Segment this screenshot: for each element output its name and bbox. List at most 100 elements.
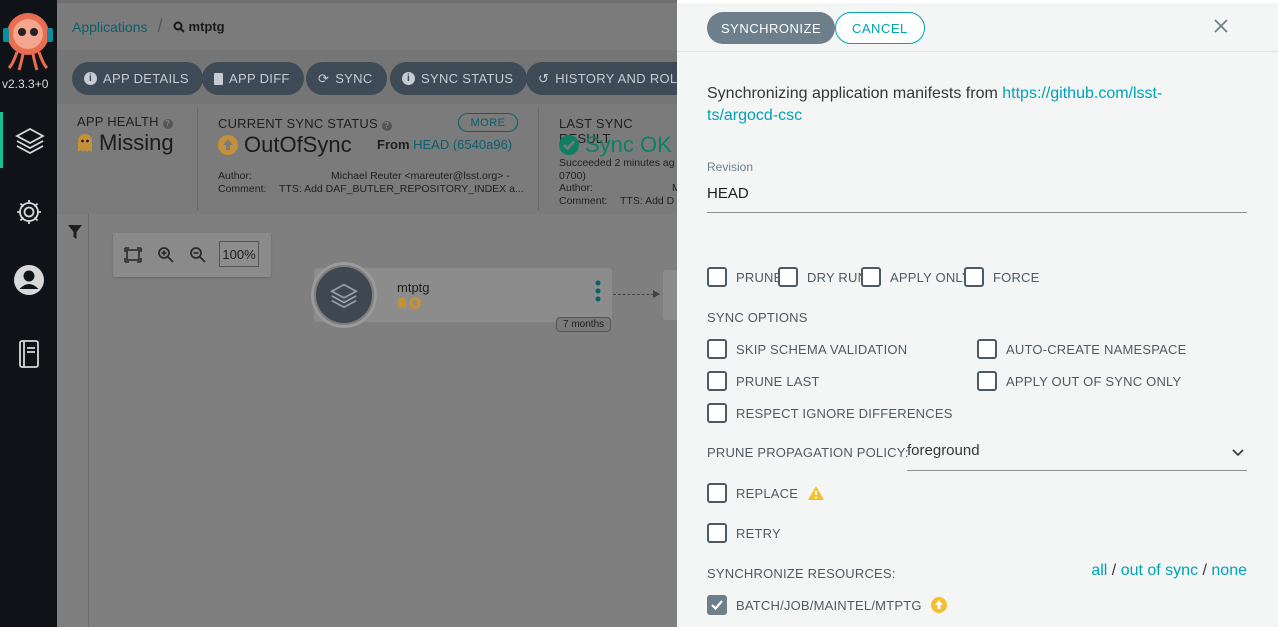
option-respect-ignore-differences[interactable]: RESPECT IGNORE DIFFERENCES <box>707 403 953 423</box>
resource-checkbox[interactable] <box>707 595 727 615</box>
status-panel: APP HEALTH ? Missing CURRENT SYNC STATUS… <box>57 104 677 214</box>
kebab-menu-icon[interactable] <box>595 280 601 302</box>
auto-create-ns-checkbox[interactable] <box>977 339 997 359</box>
prune-last-label: PRUNE LAST <box>736 373 820 389</box>
version-label: v2.3.3+0 <box>2 77 49 91</box>
app-node-icon-ring <box>311 262 377 328</box>
app-node-age: 7 months <box>556 317 612 332</box>
app-node-name: mtptg <box>397 280 430 295</box>
argo-logo[interactable] <box>3 10 53 72</box>
select-all-link[interactable]: all <box>1091 562 1107 579</box>
gear-icon <box>16 200 41 224</box>
option-dry-run[interactable]: DRY RUN <box>778 267 867 287</box>
skip-schema-checkbox[interactable] <box>707 339 727 359</box>
ghost-icon <box>397 297 407 309</box>
link-separator: / <box>1107 562 1121 579</box>
auto-create-ns-label: AUTO-CREATE NAMESPACE <box>1006 341 1187 357</box>
sync-label: SYNC <box>335 71 373 86</box>
sync-icon: ⟳ <box>318 70 330 86</box>
child-node[interactable] <box>663 270 677 320</box>
dry-run-label: DRY RUN <box>807 269 868 285</box>
option-apply-only[interactable]: APPLY ONLY <box>861 267 971 287</box>
breadcrumb-separator: / <box>157 16 163 36</box>
app-health-label: APP HEALTH ? <box>77 114 173 129</box>
option-prune-last[interactable]: PRUNE LAST <box>707 371 820 391</box>
prune-checkbox[interactable] <box>707 267 727 287</box>
ghost-icon <box>78 134 92 152</box>
revision-label: Revision <box>707 160 754 174</box>
respect-ignore-checkbox[interactable] <box>707 403 727 423</box>
sync-status-button[interactable]: i SYNC STATUS <box>390 62 528 95</box>
option-apply-out-of-sync-only[interactable]: APPLY OUT OF SYNC ONLY <box>977 371 1181 391</box>
prune-last-checkbox[interactable] <box>707 371 727 391</box>
app-diff-button[interactable]: APP DIFF <box>202 62 304 95</box>
fit-screen-icon[interactable] <box>123 245 143 265</box>
help-icon[interactable]: ? <box>381 120 392 131</box>
search-icon <box>173 21 185 33</box>
app-node[interactable]: mtptg 7 months <box>311 262 612 332</box>
synchronize-button[interactable]: SYNCHRONIZE <box>707 12 836 44</box>
sync-options-heading: SYNC OPTIONS <box>707 310 808 325</box>
select-none-link[interactable]: none <box>1211 562 1247 579</box>
sync-button[interactable]: ⟳ SYNC <box>306 62 387 95</box>
breadcrumb-applications-link[interactable]: Applications <box>72 19 148 35</box>
sync-from: From HEAD (6540a96) <box>377 137 513 152</box>
nav-item-documentation[interactable] <box>0 326 57 382</box>
prune-label: PRUNE <box>736 269 783 285</box>
zoom-in-icon[interactable] <box>156 245 176 265</box>
nav-item-settings[interactable] <box>0 184 57 240</box>
sync-panel-header: SYNCHRONIZE CANCEL <box>677 3 1278 52</box>
link-separator: / <box>1198 562 1212 579</box>
apply-only-checkbox[interactable] <box>861 267 881 287</box>
history-label: HISTORY AND ROLLBACK <box>555 71 677 86</box>
sync-status-value: OutOfSync <box>218 132 352 158</box>
option-prune[interactable]: PRUNE <box>707 267 783 287</box>
zoom-out-icon[interactable] <box>188 245 208 265</box>
history-rollback-button[interactable]: ↺ HISTORY AND ROLLBACK <box>526 62 677 95</box>
retry-checkbox[interactable] <box>707 523 727 543</box>
replace-checkbox[interactable] <box>707 483 727 503</box>
option-skip-schema-validation[interactable]: SKIP SCHEMA VALIDATION <box>707 339 907 359</box>
resource-selection-links: all / out of sync / none <box>1087 562 1247 580</box>
select-out-of-sync-link[interactable]: out of sync <box>1121 562 1198 579</box>
zoom-level[interactable]: 100% <box>219 241 259 267</box>
help-icon[interactable]: ? <box>162 118 173 129</box>
option-replace[interactable]: REPLACE <box>707 483 825 503</box>
respect-ignore-label: RESPECT IGNORE DIFFERENCES <box>736 405 953 421</box>
app-details-button[interactable]: i APP DETAILS <box>72 62 203 95</box>
option-force[interactable]: FORCE <box>964 267 1040 287</box>
app-health-value: Missing <box>77 130 174 156</box>
force-checkbox[interactable] <box>964 267 984 287</box>
last-author-label: Author: <box>559 182 593 194</box>
revision-input[interactable]: HEAD <box>707 179 1247 213</box>
apply-out-of-sync-checkbox[interactable] <box>977 371 997 391</box>
zoom-controls: 100% <box>113 233 271 277</box>
last-comment-label: Comment: <box>559 195 608 207</box>
tree-edge-arrow <box>653 290 660 298</box>
last-comment-value: TTS: Add D <box>620 195 675 207</box>
more-button[interactable]: MORE <box>458 113 518 132</box>
breadcrumb: Applications / mtptg <box>57 3 677 50</box>
resource-tree-canvas: 100% mtptg 7 months <box>57 214 677 627</box>
layers-icon <box>15 127 45 155</box>
sync-status-label: SYNC STATUS <box>421 71 514 86</box>
status-divider <box>538 108 539 210</box>
nav-item-applications[interactable] <box>0 112 57 168</box>
dry-run-checkbox[interactable] <box>778 267 798 287</box>
out-of-sync-icon <box>218 135 238 155</box>
filter-icon[interactable] <box>67 224 83 240</box>
nav-item-user-info[interactable] <box>0 252 57 308</box>
force-label: FORCE <box>993 269 1040 285</box>
option-auto-create-namespace[interactable]: AUTO-CREATE NAMESPACE <box>977 339 1186 359</box>
prune-propagation-policy-value: foreground <box>907 442 980 459</box>
comment-value: TTS: Add DAF_BUTLER_REPOSITORY_INDEX a..… <box>279 183 524 195</box>
warning-icon <box>808 486 825 500</box>
revision-link[interactable]: HEAD (6540a96) <box>413 137 512 152</box>
breadcrumb-current: mtptg <box>173 19 225 34</box>
option-retry[interactable]: RETRY <box>707 523 781 543</box>
prune-propagation-policy-select[interactable]: foreground <box>907 437 1247 471</box>
cancel-button[interactable]: CANCEL <box>835 12 925 44</box>
resource-item[interactable]: BATCH/JOB/MAINTEL/MTPTG <box>707 595 947 615</box>
close-icon[interactable] <box>1212 17 1230 35</box>
filter-sidebar <box>57 214 89 627</box>
